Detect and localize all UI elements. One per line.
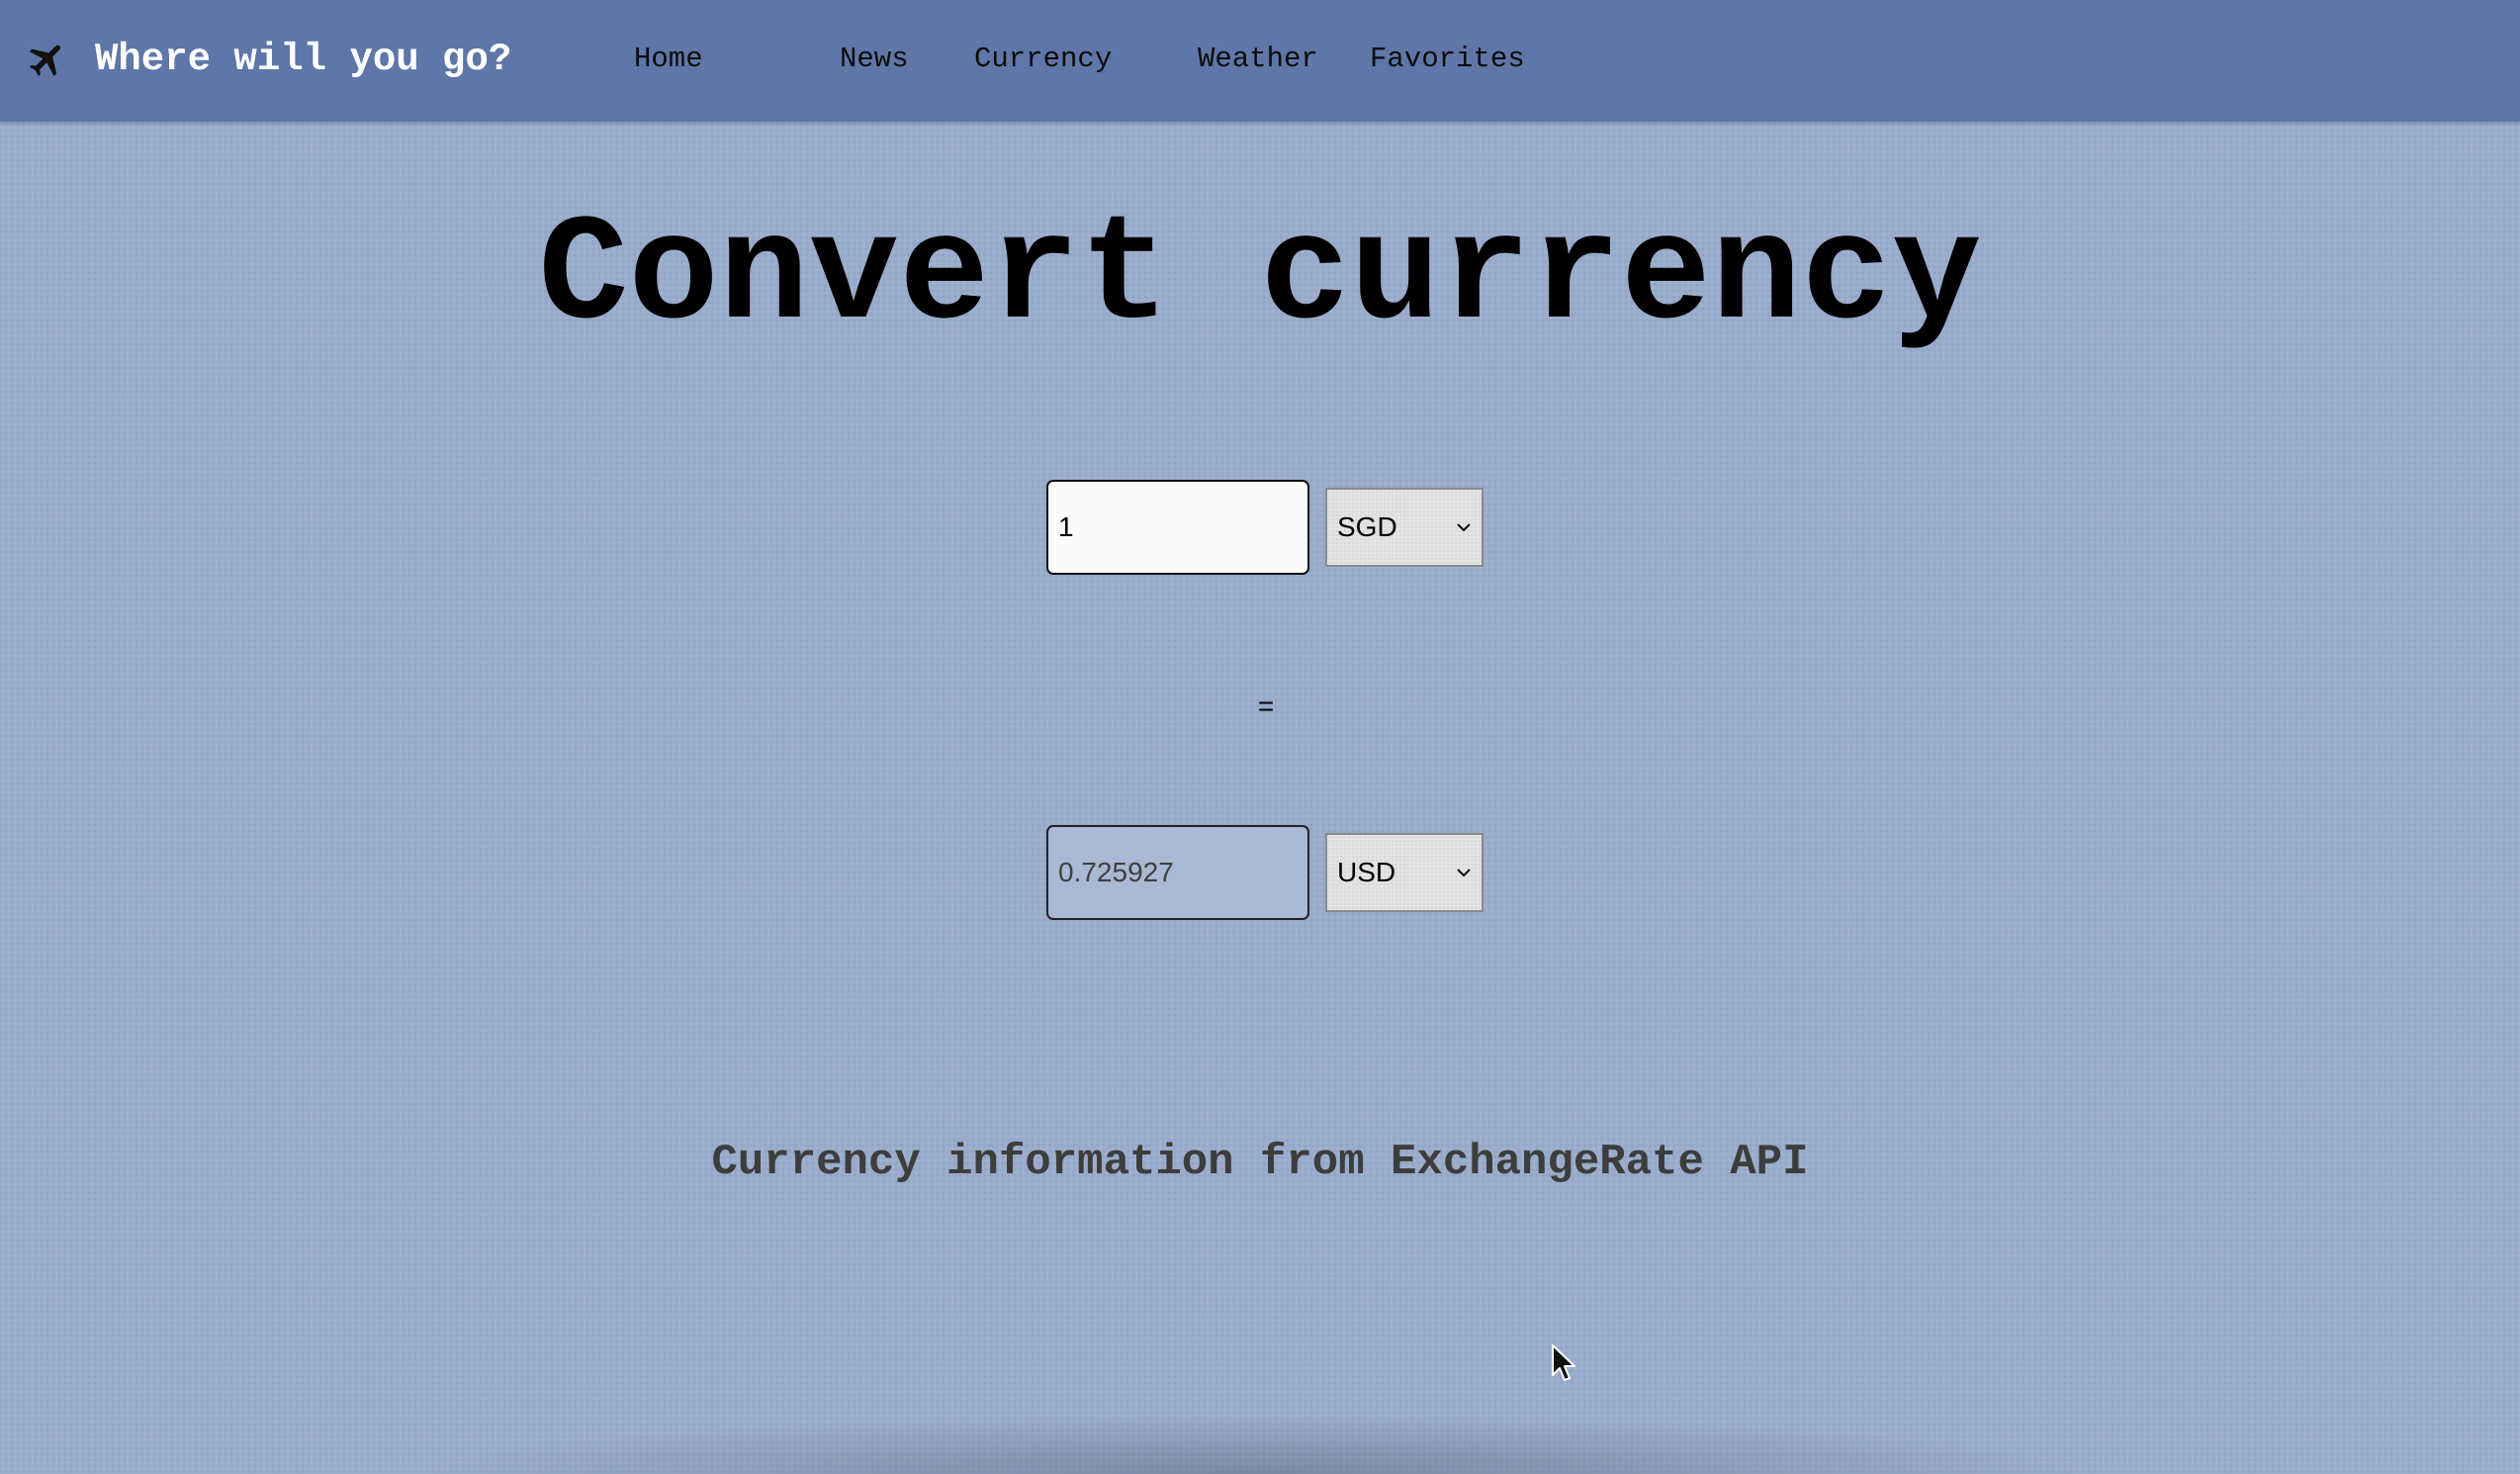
airplane-icon[interactable] <box>26 38 69 81</box>
nav-link-news[interactable]: News <box>840 40 909 79</box>
from-currency-value: SGD <box>1337 511 1397 542</box>
from-currency-select[interactable]: SGD <box>1325 488 1484 567</box>
result-output-field[interactable] <box>1046 825 1309 920</box>
to-currency-select[interactable]: USD <box>1325 833 1484 912</box>
nav-link-currency[interactable]: Currency <box>974 40 1112 79</box>
brand-title[interactable]: Where will you go? <box>95 32 511 87</box>
nav-link-home[interactable]: Home <box>634 40 703 79</box>
attribution-text: Currency information from ExchangeRate A… <box>711 1138 1809 1187</box>
bottom-shadow <box>415 1415 2097 1474</box>
amount-input[interactable] <box>1046 480 1309 575</box>
nav-link-favorites[interactable]: Favorites <box>1370 40 1525 79</box>
chevron-down-icon <box>1457 869 1471 877</box>
nav-link-weather[interactable]: Weather <box>1198 40 1318 79</box>
page-title: Convert currency <box>538 191 1982 362</box>
top-navbar: Where will you go? Home News Currency We… <box>0 0 2520 122</box>
mouse-cursor-icon <box>1552 1344 1575 1381</box>
equals-sign: = <box>1257 691 1275 721</box>
to-currency-value: USD <box>1337 857 1396 887</box>
chevron-down-icon <box>1457 523 1471 532</box>
